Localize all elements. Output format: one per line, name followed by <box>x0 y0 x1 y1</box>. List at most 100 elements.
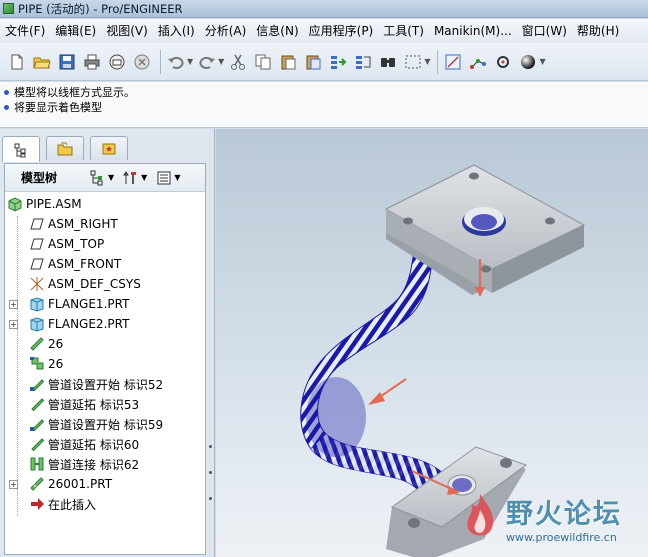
tree-item[interactable]: 管道连接 标识62 <box>5 454 205 474</box>
tree-item[interactable]: 在此插入 <box>5 494 205 514</box>
columns-dropdown-icon[interactable]: ▼ <box>174 173 180 182</box>
settings-tools-icon[interactable] <box>122 169 140 187</box>
favorites-tab[interactable] <box>90 136 128 160</box>
tree-item-label: ASM_FRONT <box>48 257 122 271</box>
find-icon[interactable] <box>377 51 399 73</box>
redo-icon[interactable] <box>196 51 218 73</box>
datum-plane-icon <box>29 216 45 232</box>
menu-applications[interactable]: 应用程序(P) <box>304 19 379 43</box>
menu-analysis[interactable]: 分析(A) <box>200 19 252 43</box>
folder-browser-tab[interactable] <box>46 136 84 160</box>
undo-icon[interactable] <box>165 51 187 73</box>
menu-file[interactable]: 文件(F) <box>0 19 50 43</box>
menu-tools[interactable]: 工具(T) <box>378 19 429 43</box>
message-text: 模型将以线框方式显示。 <box>14 86 135 99</box>
expand-toggle-icon[interactable]: + <box>9 479 18 489</box>
settings-dropdown-icon[interactable]: ▼ <box>141 173 147 182</box>
menu-info[interactable]: 信息(N) <box>251 19 303 43</box>
sash-grip-dot <box>209 471 212 474</box>
email-icon[interactable] <box>106 51 128 73</box>
pipe-fitting-icon <box>29 356 45 372</box>
new-icon[interactable] <box>6 51 28 73</box>
tree-item[interactable]: 26 <box>5 334 205 354</box>
tree-item[interactable]: 管道设置开始 标识52 <box>5 374 205 394</box>
tree-item[interactable]: 管道延拓 标识53 <box>5 394 205 414</box>
print-icon[interactable] <box>81 51 103 73</box>
main-toolbar: ▼ ▼ ▼ ▼ <box>0 43 648 81</box>
undo-dropdown-icon[interactable]: ▼ <box>187 57 193 66</box>
datum-axis-icon[interactable] <box>467 51 489 73</box>
regenerate-icon[interactable] <box>327 51 349 73</box>
info-bullet-icon <box>4 90 9 95</box>
menu-help[interactable]: 帮助(H) <box>572 19 624 43</box>
pipe-segment-icon <box>29 336 45 352</box>
datum-display-icon[interactable] <box>442 51 464 73</box>
show-dropdown-icon[interactable]: ▼ <box>108 173 114 182</box>
shading-icon[interactable] <box>517 51 539 73</box>
watermark-brand: 野火论坛 <box>506 499 622 530</box>
insert-here-icon <box>29 496 45 512</box>
menu-view[interactable]: 视图(V) <box>101 19 153 43</box>
cut-icon[interactable] <box>227 51 249 73</box>
tree-item-label: FLANGE1.PRT <box>48 297 130 311</box>
menu-window[interactable]: 窗口(W) <box>517 19 572 43</box>
message-area: 模型将以线框方式显示。 将要显示着色模型 <box>0 82 648 128</box>
select-box-icon[interactable] <box>402 51 424 73</box>
model-tree-header: 模型树 ▼ ▼ ▼ <box>5 164 205 192</box>
regen-manager-icon[interactable] <box>352 51 374 73</box>
tree-item-label: 管道设置开始 标识52 <box>48 377 164 392</box>
redo-dropdown-icon[interactable]: ▼ <box>218 57 224 66</box>
menu-manikin[interactable]: Manikin(M)... <box>429 19 517 43</box>
tree-item-label: 管道延拓 标识60 <box>48 437 140 452</box>
tree-item-label: FLANGE2.PRT <box>48 317 130 331</box>
expand-toggle-icon[interactable]: + <box>9 319 18 329</box>
paste-special-icon[interactable] <box>302 51 324 73</box>
tree-columns-icon[interactable] <box>155 169 173 187</box>
show-tree-icon[interactable] <box>89 169 107 187</box>
pipe-extend-icon <box>29 436 45 452</box>
pipe-start-icon <box>29 376 45 392</box>
menu-insert[interactable]: 插入(I) <box>153 19 200 43</box>
shading-dropdown-icon[interactable]: ▼ <box>539 57 545 66</box>
tree-item-label: 26 <box>48 357 64 371</box>
model-tree-tab[interactable] <box>2 136 40 162</box>
message-line: 将要显示着色模型 <box>2 100 648 115</box>
tree-item[interactable]: ASM_DEF_CSYS <box>5 274 205 294</box>
copy-icon[interactable] <box>252 51 274 73</box>
tree-item[interactable]: ASM_RIGHT <box>5 214 205 234</box>
toolbar-separator <box>437 49 439 74</box>
tree-item[interactable]: 26 <box>5 354 205 374</box>
pipe-start-icon <box>29 416 45 432</box>
part-icon <box>29 316 45 332</box>
tree-item[interactable]: + FLANGE2.PRT <box>5 314 205 334</box>
tree-item[interactable]: PIPE.ASM <box>5 194 205 214</box>
tree-item-label: 管道设置开始 标识59 <box>48 417 164 432</box>
tree-item[interactable]: ASM_TOP <box>5 234 205 254</box>
datum-point-icon[interactable] <box>492 51 514 73</box>
menu-edit[interactable]: 编辑(E) <box>50 19 101 43</box>
csys-icon <box>29 276 45 292</box>
navigator-panel: 模型树 ▼ ▼ ▼ PIPE.ASM ASM_RIGHT ASM_TOP ASM_FR… <box>0 129 215 557</box>
tree-item[interactable]: +26001.PRT <box>5 474 205 494</box>
panel-sash[interactable] <box>207 163 214 555</box>
tree-item[interactable]: + FLANGE1.PRT <box>5 294 205 314</box>
tree-item[interactable]: 管道设置开始 标识59 <box>5 414 205 434</box>
tree-item-label: 26001.PRT <box>48 477 113 491</box>
save-icon[interactable] <box>56 51 78 73</box>
expand-toggle-icon[interactable]: + <box>9 299 18 309</box>
sash-grip-dot <box>209 445 212 448</box>
tree-item[interactable]: 管道延拓 标识60 <box>5 434 205 454</box>
datum-plane-icon <box>29 236 45 252</box>
info-bullet-icon <box>4 105 9 110</box>
close-window-icon[interactable] <box>131 51 153 73</box>
open-icon[interactable] <box>31 51 53 73</box>
model-tree-box: 模型树 ▼ ▼ ▼ PIPE.ASM ASM_RIGHT ASM_TOP ASM_FR… <box>4 163 206 555</box>
tree-item-label: 在此插入 <box>48 497 97 512</box>
menu-bar: 文件(F) 编辑(E) 视图(V) 插入(I) 分析(A) 信息(N) 应用程序… <box>0 19 648 43</box>
select-dropdown-icon[interactable]: ▼ <box>424 57 430 66</box>
pipe-connect-icon <box>29 456 45 472</box>
watermark-url: www.proewildfire.cn <box>506 531 617 544</box>
tree-item[interactable]: ASM_FRONT <box>5 254 205 274</box>
sash-grip-dot <box>209 497 212 500</box>
paste-icon[interactable] <box>277 51 299 73</box>
